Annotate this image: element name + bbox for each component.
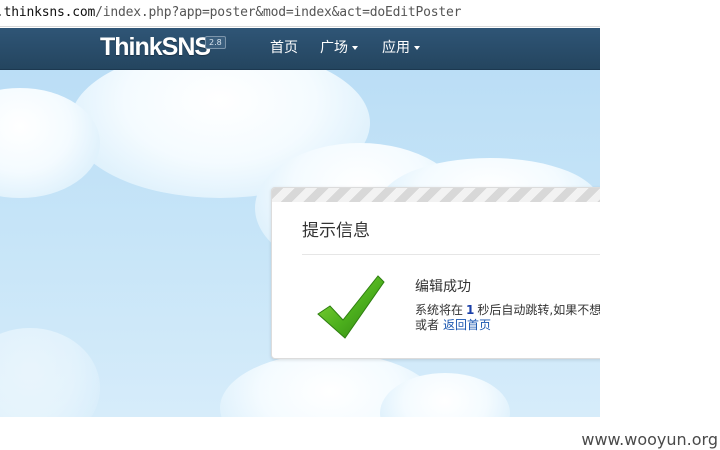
page-viewport: ThinkSNS 2.8 首页 广场 应用 提示信息 编辑成功 系统将在 1 秒后自… (0, 28, 600, 417)
address-bar-divider (0, 26, 600, 27)
redirect-text-before: 系统将在 (415, 303, 464, 317)
url-path: /index.php?app=poster&mod=index&act=doEd… (95, 5, 462, 20)
checkmark-icon (317, 275, 385, 339)
return-home-link[interactable]: 返回首页 (443, 318, 491, 332)
dialog-header-stripe (272, 188, 600, 202)
nav-item-square[interactable]: 广场 (320, 28, 358, 69)
nav-item-label: 首页 (270, 40, 298, 56)
address-bar[interactable]: .thinksns.com/index.php?app=poster&mod=i… (0, 0, 600, 26)
notice-dialog: 提示信息 编辑成功 系统将在 1 秒后自动跳转,如果不想等 或者 返回首页 (271, 187, 600, 359)
site-logo[interactable]: ThinkSNS (100, 33, 211, 62)
nav-item-label: 应用 (382, 40, 410, 56)
countdown-seconds: 1 (466, 303, 475, 317)
version-badge: 2.8 (205, 36, 226, 49)
fallback-notice: 或者 返回首页 (415, 316, 491, 333)
dialog-title: 提示信息 (302, 221, 370, 241)
fallback-prefix: 或者 (415, 318, 440, 332)
chevron-down-icon (414, 46, 420, 50)
url-host: thinksns.com (3, 5, 96, 20)
nav-item-apps[interactable]: 应用 (382, 28, 420, 69)
success-message: 编辑成功 (415, 279, 471, 295)
watermark-text: www.wooyun.org (581, 430, 718, 449)
background-cloud (0, 328, 100, 417)
nav-item-label: 广场 (320, 40, 348, 56)
dialog-divider (302, 254, 600, 255)
redirect-text-after: 秒后自动跳转,如果不想等 (477, 303, 600, 317)
nav-item-home[interactable]: 首页 (270, 28, 298, 69)
top-navigation-bar: ThinkSNS 2.8 首页 广场 应用 (0, 28, 600, 70)
chevron-down-icon (352, 46, 358, 50)
